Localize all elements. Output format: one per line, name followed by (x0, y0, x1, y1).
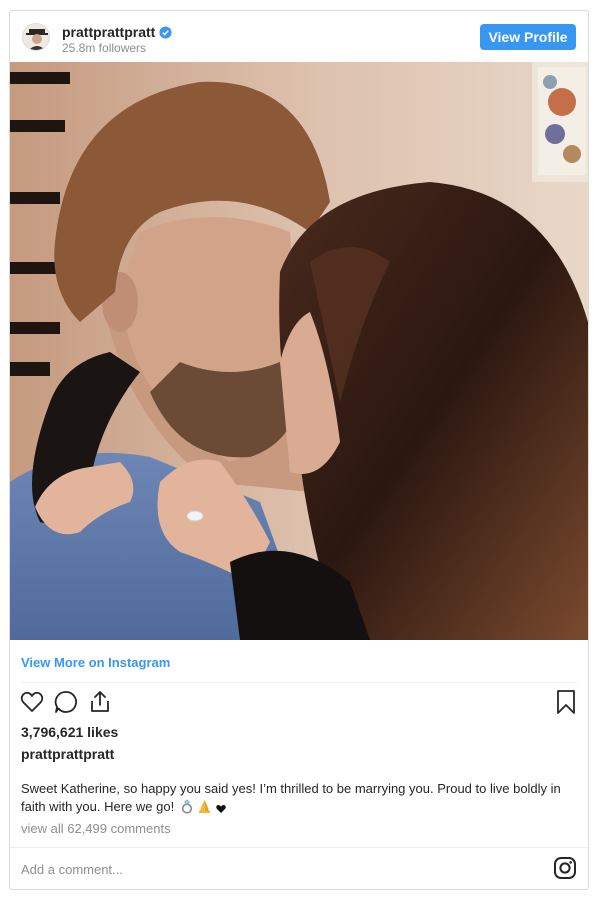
caption-text: Sweet Katherine, so happy you said yes! … (21, 781, 561, 814)
followers-count: 25.8m followers (62, 41, 147, 55)
username[interactable]: prattprattpratt (62, 24, 172, 40)
action-bar (10, 689, 588, 719)
likes-count[interactable]: 3,796,621 likes (21, 724, 118, 740)
username-text[interactable]: prattprattpratt (62, 24, 155, 40)
view-comments-link[interactable]: view all 62,499 comments (21, 821, 171, 836)
instagram-embed-card: prattprattpratt 25.8m followers View Pro… (9, 10, 589, 890)
comment-icon[interactable] (53, 689, 79, 715)
divider (21, 682, 577, 683)
instagram-glyph-icon[interactable] (553, 856, 577, 880)
view-more-link[interactable]: View More on Instagram (21, 655, 170, 670)
share-icon[interactable] (87, 689, 113, 715)
black-heart-emoji-icon (216, 804, 226, 813)
avatar-image (23, 24, 49, 50)
ring-emoji-icon (181, 799, 192, 814)
post-image (10, 62, 588, 640)
add-comment-input[interactable]: Add a comment... (21, 862, 123, 877)
avatar[interactable] (22, 23, 50, 51)
verified-badge-icon (159, 26, 172, 39)
post-photo[interactable] (10, 62, 588, 640)
view-profile-button[interactable]: View Profile (480, 24, 576, 50)
heart-icon[interactable] (19, 689, 45, 715)
caption-username[interactable]: prattprattpratt (21, 746, 114, 762)
caption-emojis (180, 799, 226, 819)
bookmark-icon[interactable] (553, 689, 579, 715)
praying-hands-emoji-icon (199, 800, 211, 813)
post-header: prattprattpratt 25.8m followers View Pro… (10, 11, 588, 62)
divider (10, 847, 588, 848)
post-caption: Sweet Katherine, so happy you said yes! … (21, 780, 577, 819)
